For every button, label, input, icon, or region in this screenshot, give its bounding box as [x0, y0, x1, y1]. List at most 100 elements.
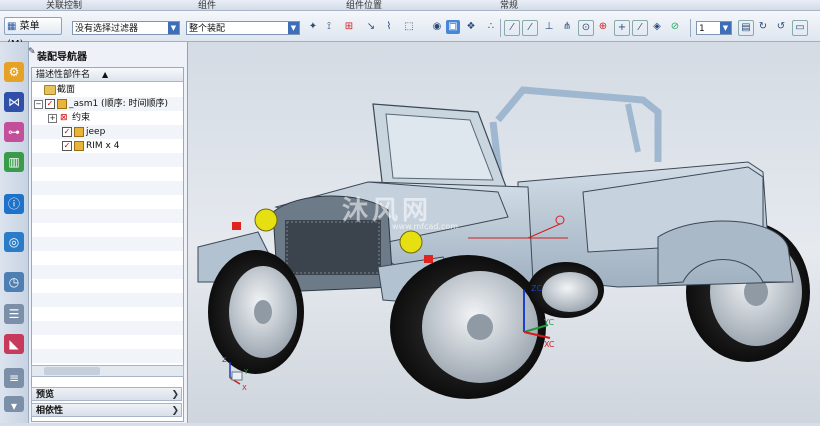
tree-row-label: _asm1 (顺序: 时间顺序)	[69, 99, 168, 109]
selection-scope-dropdown[interactable]: 整个装配 ▼	[186, 21, 300, 35]
tree-row-jeep[interactable]: ✓ jeep	[32, 125, 183, 139]
layer-number-value: 1	[699, 24, 705, 34]
triad-label-x: X	[242, 384, 247, 392]
reuse-library-icon[interactable]: ▥	[4, 152, 24, 172]
tree-row-label: 截面	[57, 85, 76, 95]
group-label-component: 组件	[198, 1, 217, 11]
control-point-icon[interactable]: ⋔	[560, 20, 574, 34]
tree-row-empty	[32, 181, 183, 195]
system-materials-icon[interactable]: ≡	[4, 368, 24, 388]
face-icon[interactable]: ◈	[650, 20, 664, 34]
chevron-down-icon: ❯	[171, 390, 179, 400]
refresh-icon[interactable]: ↻	[756, 20, 770, 34]
midpoint-icon[interactable]: ⁄	[522, 20, 538, 36]
multi-body-icon[interactable]: ❖	[464, 20, 478, 34]
menu-button[interactable]: ▦ 菜单(M)▾	[4, 17, 62, 50]
tree-row-rim[interactable]: ✓ RIM x 4	[32, 139, 183, 153]
watermark-url: www.mfcad.com	[392, 222, 459, 231]
graphics-viewport[interactable]: 沐风网 www.mfcad.com ZC YC XC Z X Y	[188, 42, 820, 423]
box-select-icon[interactable]: ⬚	[402, 20, 416, 34]
axis-label-xc: XC	[544, 340, 555, 349]
group-label-component-position: 组件位置	[346, 1, 383, 11]
jeep-model	[197, 86, 810, 399]
constraint-navigator-icon[interactable]: ⋈	[4, 92, 24, 112]
point-icon[interactable]: ∴	[484, 20, 498, 34]
part-icon	[74, 141, 84, 151]
axis-label-zc: ZC	[531, 284, 543, 293]
triad-label-y: Y	[244, 368, 249, 376]
tree-row-empty	[32, 153, 183, 167]
navigator-title: 装配导航器	[37, 52, 87, 63]
tree-row-section[interactable]: 截面	[32, 83, 183, 97]
sort-up-icon: ▲	[102, 70, 109, 79]
cube-select-icon[interactable]: ▣	[446, 20, 460, 34]
perpendicular-icon[interactable]: ⊥	[542, 20, 556, 34]
group-label-general: 常规	[500, 1, 519, 11]
tree-row-label: 约束	[72, 113, 91, 123]
toolbar-separator	[690, 19, 691, 37]
pin-icon[interactable]: ✎	[28, 47, 36, 57]
horizontal-scrollbar[interactable]	[31, 365, 184, 377]
visibility-checkbox[interactable]: ✓	[62, 141, 72, 151]
main-toolbar: ▦ 菜单(M)▾ 没有选择过滤器 ▼ 整个装配 ▼ ✦ ⟟ ⊞ ↘ ⌇ ⬚ ◉ …	[0, 11, 820, 50]
roles-icon[interactable]: ◣	[4, 334, 24, 354]
history-icon[interactable]: ◎	[4, 232, 24, 252]
tree-row-empty	[32, 265, 183, 279]
tree-row-empty	[32, 321, 183, 335]
tree-row-label: RIM x 4	[86, 141, 120, 151]
front-far-wheel	[390, 255, 546, 399]
web-browser-icon[interactable]: ⓘ	[4, 194, 24, 214]
select-feature-icon[interactable]: ⊞	[342, 20, 356, 34]
visibility-checkbox[interactable]: ✓	[62, 127, 72, 137]
visibility-checkbox[interactable]: ✓	[45, 99, 55, 109]
intersection-icon[interactable]: +	[614, 20, 630, 36]
section-label: 相依性	[36, 406, 64, 416]
group-label-relation: 关联控制	[46, 1, 83, 11]
chevron-down-icon: ▼	[288, 22, 299, 34]
tree-row-label: jeep	[86, 127, 106, 137]
triad-label-z: Z	[222, 356, 227, 364]
layer-number-dropdown[interactable]: 1 ▼	[696, 21, 732, 35]
chevron-down-icon: ▼	[720, 22, 731, 34]
tree-row-empty	[32, 293, 183, 307]
line-snap-icon[interactable]: ⁄	[504, 20, 520, 36]
process-studio-icon[interactable]: ☰	[4, 304, 24, 324]
center-icon[interactable]: ⊙	[578, 20, 594, 36]
tree-row-constraints[interactable]: + ⊠ 约束	[32, 111, 183, 125]
eye-icon[interactable]: ◉	[430, 20, 444, 34]
select-icon[interactable]: ⟟	[322, 20, 336, 34]
assembly-icon	[57, 99, 67, 109]
snap-icon[interactable]: ✦	[306, 20, 320, 34]
selection-filter-dropdown[interactable]: 没有选择过滤器 ▼	[72, 21, 180, 35]
resource-bar: ⚙ ⋈ ⊶ ▥ ⓘ ◎ ◷ ☰ ◣ ≡ ▾	[0, 42, 29, 423]
layer-settings-icon[interactable]: ▤	[738, 20, 754, 36]
window-icon[interactable]: ▭	[792, 20, 808, 36]
folder-icon	[44, 85, 56, 95]
view-icon[interactable]: ⊘	[668, 20, 682, 34]
lasso-icon[interactable]: ⌇	[382, 20, 396, 34]
rotate-icon[interactable]: ↺	[774, 20, 788, 34]
scrollbar-thumb[interactable]	[44, 367, 100, 375]
arrow-select-icon[interactable]: ↘	[364, 20, 378, 34]
chevron-down-icon: ▼	[168, 22, 179, 34]
section-label: 预览	[36, 390, 55, 400]
column-header-label: 描述性部件名	[36, 70, 91, 80]
tangent-icon[interactable]: ⁄	[632, 20, 648, 36]
dependencies-section-header[interactable]: 相依性 ❯	[31, 403, 182, 417]
preview-section-header[interactable]: 预览 ❯	[31, 387, 182, 401]
tree-row-asm1[interactable]: − ✓ _asm1 (顺序: 时间顺序)	[32, 97, 183, 111]
menu-icon: ▦	[7, 21, 20, 32]
assembly-navigator-panel: ✎ 装配导航器 描述性部件名 ▲ 截面 − ✓ _asm1 (顺序: 时间顺序)…	[28, 42, 188, 423]
column-header-part-name[interactable]: 描述性部件名 ▲	[32, 68, 183, 82]
more-icon[interactable]: ▾	[4, 396, 24, 413]
constraint-icon: ⊠	[60, 113, 68, 123]
part-navigator-icon[interactable]: ⊶	[4, 122, 24, 142]
ribbon-group-bar: 关联控制 组件 组件位置 常规	[0, 0, 820, 11]
part-icon	[74, 127, 84, 137]
clock-icon[interactable]: ◷	[4, 272, 24, 292]
collapse-icon[interactable]: −	[34, 100, 43, 109]
expand-icon[interactable]: +	[48, 114, 57, 123]
toolbar-separator	[500, 19, 501, 37]
quadrant-icon[interactable]: ⊕	[596, 20, 610, 34]
assembly-navigator-icon[interactable]: ⚙	[4, 62, 24, 82]
